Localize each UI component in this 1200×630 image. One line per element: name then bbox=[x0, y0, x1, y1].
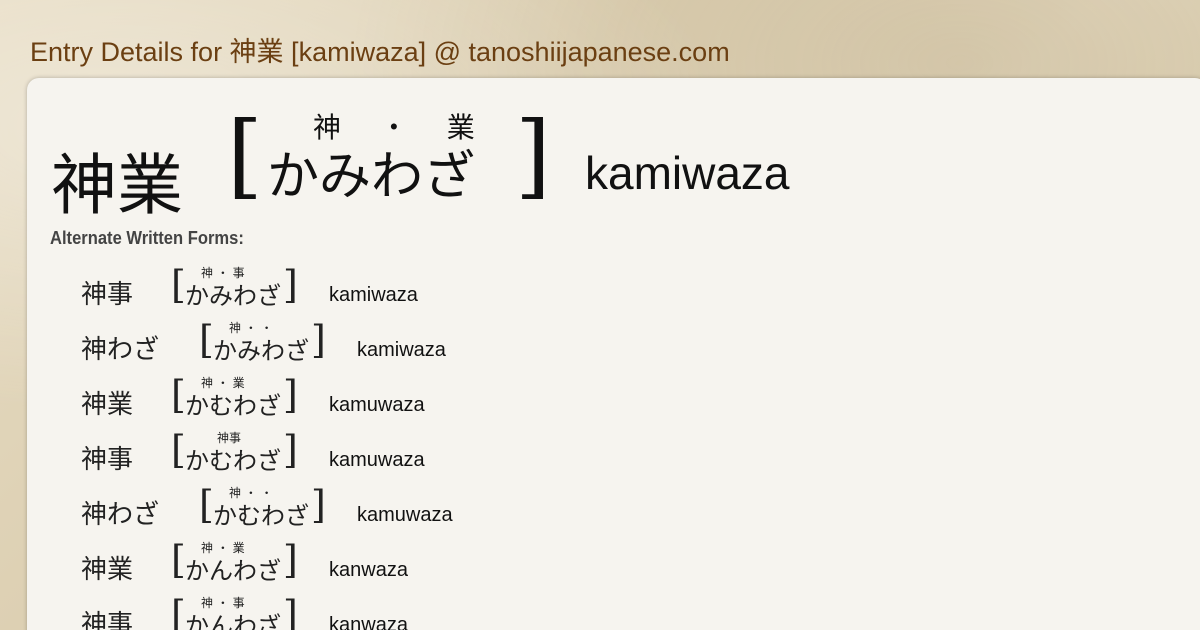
reading-open-bracket: [ bbox=[171, 263, 186, 307]
alternate-kanji: 神事 bbox=[81, 445, 134, 475]
reading-open-bracket: [ bbox=[227, 102, 263, 209]
main-kanji: 神業 bbox=[51, 147, 183, 224]
alternate-form-row: 神事[神事 かむわざ] kamuwaza bbox=[81, 417, 881, 475]
alternate-forms-list: 神事[神 ・ 事かみわざ] kamiwaza 神わざ[神 ・ ・かみわざ] kamiw… bbox=[81, 252, 881, 630]
alternate-kanji: 神わざ bbox=[81, 335, 160, 365]
alternate-reading: かむわざ bbox=[185, 447, 281, 475]
alternate-reading: かむわざ bbox=[213, 502, 309, 530]
alternate-form-row: 神わざ[神 ・ ・かむわざ] kamuwaza bbox=[81, 472, 881, 530]
alternate-forms-heading: Alternate Written Forms: bbox=[50, 228, 244, 248]
alternate-reading: かむわざ bbox=[185, 392, 281, 420]
alternate-romaji: kamuwaza bbox=[357, 504, 453, 526]
alternate-romaji: kanwaza bbox=[329, 614, 408, 630]
reading-open-bracket: [ bbox=[199, 318, 214, 362]
alternate-kanji: 神業 bbox=[81, 555, 134, 585]
main-romaji: kamiwaza bbox=[585, 147, 790, 199]
main-entry: 神業 [ 神 ・ 業 かみわざ ] kamiwaza bbox=[51, 102, 951, 225]
reading-close-bracket: ] bbox=[515, 102, 551, 209]
alternate-romaji: kamiwaza bbox=[357, 339, 446, 361]
reading-open-bracket: [ bbox=[171, 428, 186, 472]
page-title: Entry Details for 神業 [kamiwaza] @ tanosh… bbox=[30, 37, 730, 67]
reading-open-bracket: [ bbox=[171, 373, 186, 417]
alternate-reading: かみわざ bbox=[185, 282, 281, 310]
alternate-reading: かみわざ bbox=[213, 337, 309, 365]
alternate-romaji: kanwaza bbox=[329, 559, 408, 581]
alternate-romaji: kamuwaza bbox=[329, 449, 425, 471]
alternate-romaji: kamiwaza bbox=[329, 284, 418, 306]
alternate-form-row: 神事[神 ・ 事かんわざ] kanwaza bbox=[81, 582, 881, 630]
alternate-form-row: 神わざ[神 ・ ・かみわざ] kamiwaza bbox=[81, 307, 881, 365]
reading-close-bracket: ] bbox=[311, 318, 326, 362]
alternate-form-row: 神事[神 ・ 事かみわざ] kamiwaza bbox=[81, 252, 881, 310]
alternate-romaji: kamuwaza bbox=[329, 394, 425, 416]
reading-close-bracket: ] bbox=[283, 593, 298, 630]
entry-panel: 神業 [ 神 ・ 業 かみわざ ] kamiwaza Alternate Wri… bbox=[27, 78, 1200, 630]
reading-close-bracket: ] bbox=[283, 263, 298, 307]
reading-close-bracket: ] bbox=[311, 483, 326, 527]
main-reading: かみわざ bbox=[267, 147, 476, 207]
alternate-form-row: 神業[神 ・ 業かむわざ] kamuwaza bbox=[81, 362, 881, 420]
alternate-reading: かんわざ bbox=[185, 612, 281, 630]
alternate-reading: かんわざ bbox=[185, 557, 281, 585]
reading-open-bracket: [ bbox=[171, 538, 186, 582]
alternate-form-row: 神業[神 ・ 業かんわざ] kanwaza bbox=[81, 527, 881, 585]
alternate-kanji: 神事 bbox=[81, 610, 134, 630]
alternate-kanji: 神わざ bbox=[81, 500, 160, 530]
reading-close-bracket: ] bbox=[283, 373, 298, 417]
alternate-kanji: 神事 bbox=[81, 280, 134, 310]
reading-open-bracket: [ bbox=[199, 483, 214, 527]
reading-close-bracket: ] bbox=[283, 538, 298, 582]
reading-close-bracket: ] bbox=[283, 428, 298, 472]
reading-open-bracket: [ bbox=[171, 593, 186, 630]
alternate-kanji: 神業 bbox=[81, 390, 134, 420]
